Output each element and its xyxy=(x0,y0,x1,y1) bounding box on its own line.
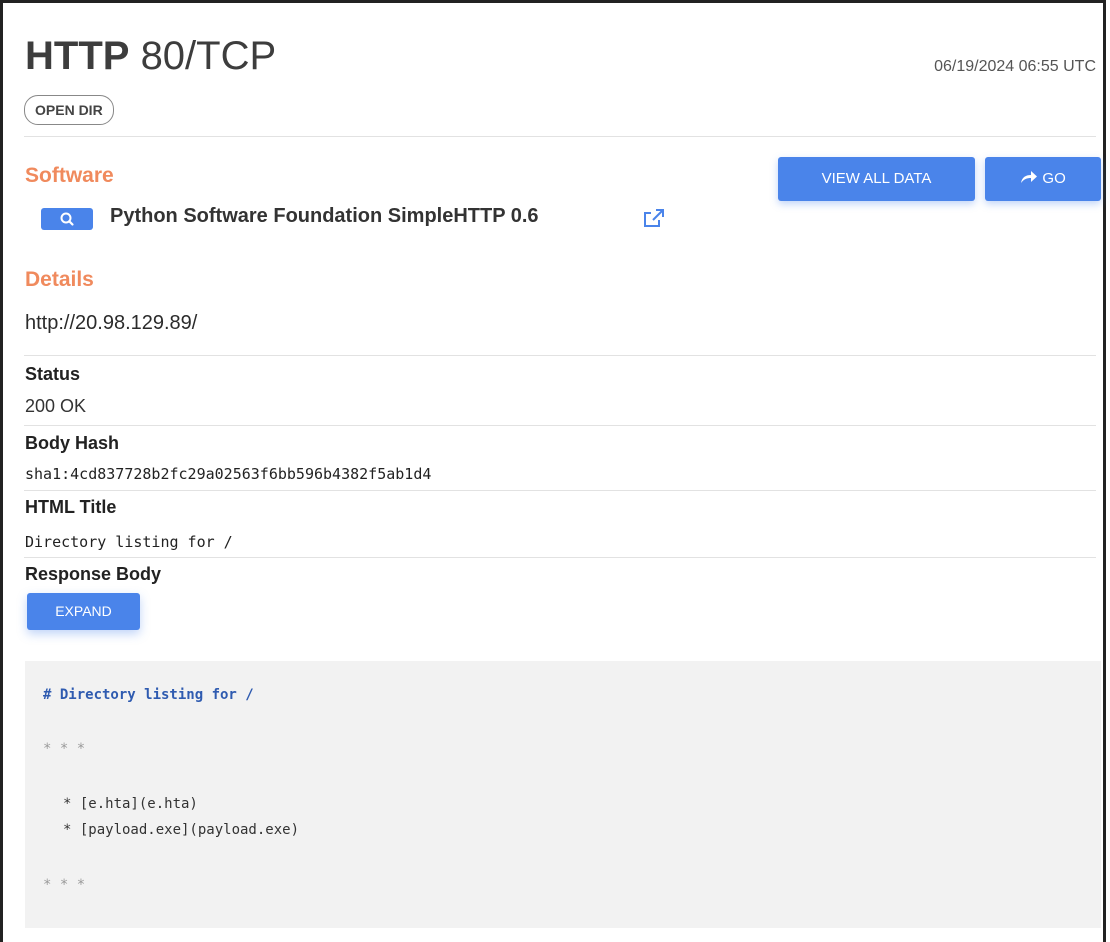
expand-button[interactable]: EXPAND xyxy=(27,593,140,630)
page-title: HTTP 80/TCP xyxy=(25,36,276,76)
go-button-label: GO xyxy=(1042,170,1066,187)
divider xyxy=(24,355,1096,356)
response-body-label: Response Body xyxy=(25,564,162,584)
response-body-preview: # Directory listing for / * * * * [e.hta… xyxy=(25,661,1101,928)
search-software-button[interactable] xyxy=(41,208,93,230)
code-list-item: * [payload.exe](payload.exe) xyxy=(63,822,300,838)
code-heading-line: # Directory listing for / xyxy=(43,687,254,703)
software-name: Python Software Foundation SimpleHTTP 0.… xyxy=(110,205,539,227)
service-url[interactable]: http://20.98.129.89/ xyxy=(25,312,197,335)
protocol-label: HTTP xyxy=(25,34,130,78)
body-hash-value: sha1:4cd837728b2fc29a02563f6bb596b4382f5… xyxy=(25,465,432,483)
code-list-item: * [e.hta](e.hta) xyxy=(63,796,198,812)
status-label: Status xyxy=(25,364,81,384)
search-icon xyxy=(60,212,74,226)
scan-timestamp: 06/19/2024 06:55 UTC xyxy=(934,58,1096,75)
divider xyxy=(24,490,1096,491)
divider xyxy=(24,136,1096,137)
view-all-data-button[interactable]: VIEW ALL DATA xyxy=(778,157,975,201)
share-arrow-icon xyxy=(1021,171,1038,183)
status-value: 200 OK xyxy=(25,396,87,416)
body-hash-label: Body Hash xyxy=(25,433,120,453)
divider xyxy=(24,557,1096,558)
port-label: 80/TCP xyxy=(140,34,277,78)
details-heading: Details xyxy=(25,268,94,291)
divider xyxy=(24,425,1096,426)
code-rule-top: * * * xyxy=(43,741,86,757)
html-title-label: HTML Title xyxy=(25,497,117,517)
code-rule-bottom: * * * xyxy=(43,877,86,893)
software-heading: Software xyxy=(25,164,114,187)
html-title-value: Directory listing for / xyxy=(25,533,233,551)
go-button[interactable]: GO xyxy=(985,157,1101,201)
external-link-icon[interactable] xyxy=(642,207,666,234)
open-dir-badge: OPEN DIR xyxy=(24,95,114,125)
